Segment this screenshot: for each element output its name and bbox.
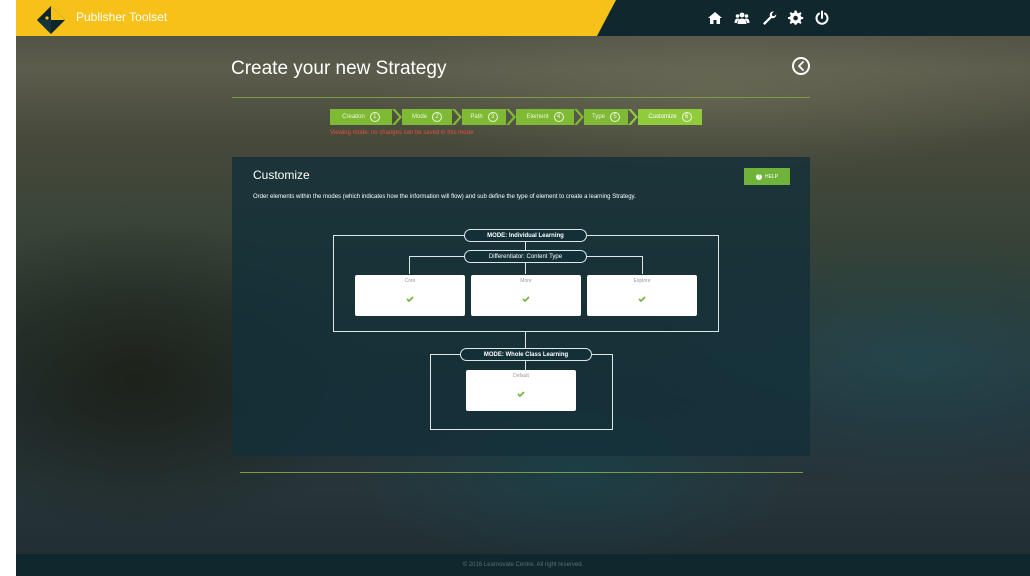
back-button[interactable] <box>792 57 810 75</box>
help-button[interactable]: ? HELP <box>744 168 790 185</box>
step-label: Mode <box>411 114 427 120</box>
connector-line <box>642 256 643 274</box>
element-card-core[interactable]: Core <box>355 275 465 316</box>
step-number: 4 <box>553 112 564 122</box>
check-icon <box>517 391 525 397</box>
card-label: More <box>520 278 532 284</box>
step-number: 5 <box>610 112 620 122</box>
copyright-text: © 2016 Learnovate Centre. All right rese… <box>462 562 584 568</box>
gear-icon[interactable] <box>788 10 804 26</box>
footer-divider <box>240 472 803 473</box>
wrench-icon[interactable] <box>761 10 777 26</box>
step-path[interactable]: Path 3 <box>462 109 506 125</box>
step-customize[interactable]: Customize 6 <box>638 109 702 125</box>
chevron-right-icon <box>452 109 462 125</box>
step-creation[interactable]: Creation 1 <box>330 109 392 125</box>
element-card-default[interactable]: Default <box>466 370 576 411</box>
chevron-right-icon <box>506 109 516 125</box>
step-label: Element <box>526 114 549 120</box>
element-card-more[interactable]: More <box>471 275 581 316</box>
mode-individual-pill[interactable]: MODE: Individual Learning <box>464 229 587 242</box>
element-card-explore[interactable]: Explore <box>587 275 697 316</box>
step-number: 6 <box>681 112 692 122</box>
wizard-stepper: Creation 1 Mode 2 Path 3 Element 4 Type … <box>330 109 702 125</box>
check-icon <box>522 296 530 302</box>
step-label: Path <box>470 114 483 120</box>
viewing-mode-notice: Viewing mode: no changes can be saved in… <box>330 130 474 136</box>
app-title: Publisher Toolset <box>76 10 168 24</box>
differentiator-pill[interactable]: Differentiator: Content Type <box>464 250 587 263</box>
step-type[interactable]: Type 5 <box>584 109 628 125</box>
customize-panel: Customize ? HELP Order elements within t… <box>232 157 810 456</box>
chevron-left-icon <box>798 61 804 71</box>
chevron-right-icon <box>392 109 402 125</box>
top-bar: Publisher Toolset <box>16 0 1030 36</box>
step-label: Customize <box>648 114 677 120</box>
card-label: Default <box>513 373 529 379</box>
card-label: Explore <box>633 278 651 284</box>
chevron-right-icon <box>628 109 638 125</box>
step-label: Type <box>591 114 605 120</box>
logo-icon[interactable] <box>36 5 66 35</box>
check-icon <box>638 296 646 302</box>
card-label: Core <box>404 278 416 284</box>
step-number: 2 <box>432 112 442 122</box>
step-number: 1 <box>369 112 380 122</box>
users-icon[interactable] <box>734 10 750 26</box>
help-label: HELP <box>764 173 779 180</box>
chevron-right-icon <box>574 109 584 125</box>
app-root: Publisher Toolset Create your new Strate… <box>16 0 1030 576</box>
step-element[interactable]: Element 4 <box>516 109 574 125</box>
step-mode[interactable]: Mode 2 <box>402 109 452 125</box>
panel-title: Customize <box>253 168 310 182</box>
header-divider <box>232 97 810 98</box>
connector-line <box>525 361 526 370</box>
question-icon: ? <box>755 173 762 180</box>
connector-line <box>525 263 526 274</box>
power-icon[interactable] <box>814 10 830 26</box>
check-icon <box>406 296 414 302</box>
mode-whole-class-pill[interactable]: MODE: Whole Class Learning <box>460 348 592 361</box>
step-number: 3 <box>487 112 498 122</box>
connector-line <box>409 256 410 274</box>
step-label: Creation <box>342 114 365 120</box>
connector-line <box>525 242 526 250</box>
panel-description: Order elements within the modes (which i… <box>253 194 636 200</box>
footer: © 2016 Learnovate Centre. All right rese… <box>16 554 1030 576</box>
page-title: Create your new Strategy <box>231 58 447 79</box>
home-icon[interactable] <box>707 10 723 26</box>
